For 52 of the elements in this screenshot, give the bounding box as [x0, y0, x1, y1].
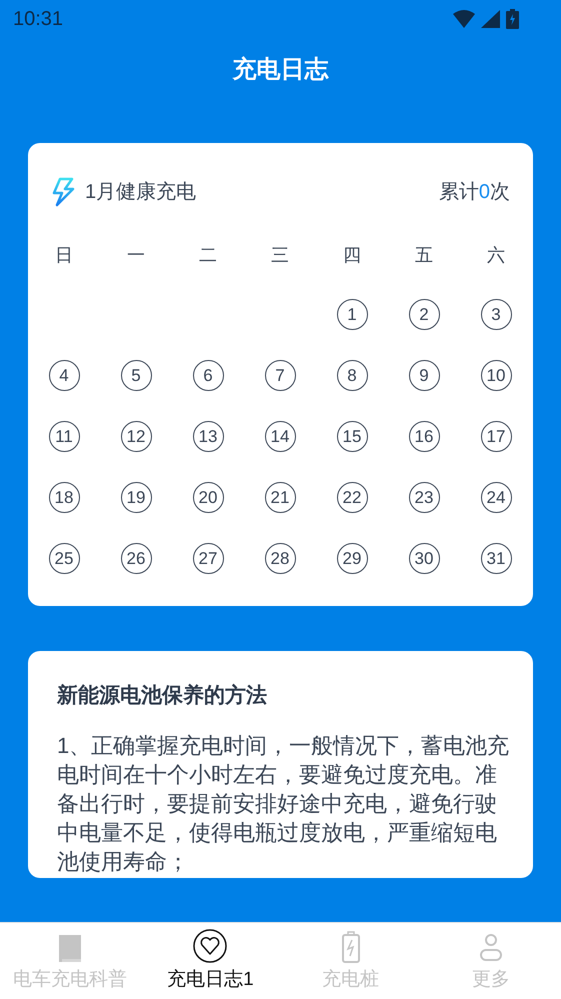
weekday-label: 一	[127, 244, 145, 266]
calendar-day[interactable]: 9	[408, 360, 440, 391]
weekday-label: 三	[271, 244, 289, 266]
calendar-day[interactable]: 7	[264, 360, 296, 391]
person-icon	[478, 932, 503, 962]
calendar-day[interactable]: 27	[192, 543, 224, 574]
charge-count: 累计0次	[438, 180, 510, 205]
calendar-day[interactable]: 13	[192, 421, 224, 452]
weekday-label: 二	[199, 244, 217, 266]
nav-tab[interactable]: 充电日志1	[140, 923, 280, 999]
weekday-label: 日	[55, 244, 73, 266]
calendar-day[interactable]: 29	[336, 543, 368, 574]
calendar-day[interactable]: 23	[408, 482, 440, 513]
calendar-day[interactable]: 26	[120, 543, 152, 574]
calendar-day[interactable]: 10	[480, 360, 512, 391]
book-icon	[57, 932, 84, 962]
signal-icon	[481, 10, 500, 28]
calendar-day[interactable]: 5	[120, 360, 152, 391]
calendar-day[interactable]: 17	[480, 421, 512, 452]
calendar-day[interactable]: 25	[48, 543, 80, 574]
calendar-day[interactable]: 14	[264, 421, 296, 452]
calendar-day[interactable]: 18	[48, 482, 80, 513]
lightning-icon	[51, 177, 75, 207]
calendar-day[interactable]: 21	[264, 482, 296, 513]
calendar-day[interactable]: 3	[480, 299, 512, 330]
calendar-day[interactable]: 31	[480, 543, 512, 574]
calendar-day[interactable]: 1	[336, 299, 368, 330]
calendar-heading: 1月健康充电	[85, 180, 196, 205]
calendar-day[interactable]: 20	[192, 482, 224, 513]
calendar-day[interactable]: 19	[120, 482, 152, 513]
calendar-day[interactable]: 2	[408, 299, 440, 330]
battery-icon	[506, 9, 519, 29]
article-text: 1、正确掌握充电时间，一般情况下，蓄电池充电时间在十个小时左右，要避免过度充电。准备出行时，要提前安排好途中充电，避免行驶中电量不足，使得电瓶过度放电，严重缩短电池使用寿命；	[57, 732, 510, 876]
weekday-label: 六	[487, 244, 505, 266]
status-time: 10:31	[13, 7, 64, 32]
calendar-day[interactable]: 11	[48, 421, 80, 452]
weekday-label: 四	[343, 244, 361, 266]
calendar-day[interactable]: 28	[264, 543, 296, 574]
calendar-day[interactable]: 6	[192, 360, 224, 391]
calendar-day[interactable]: 16	[408, 421, 440, 452]
calendar-day[interactable]: 30	[408, 543, 440, 574]
calendar-day[interactable]: 12	[120, 421, 152, 452]
calendar-day[interactable]: 4	[48, 360, 80, 391]
wifi-icon	[453, 10, 475, 28]
weekday-label: 五	[415, 244, 433, 266]
page-title: 充电日志	[232, 55, 328, 85]
calendar-day[interactable]: 15	[336, 421, 368, 452]
calendar-day[interactable]: 8	[336, 360, 368, 391]
calendar-day[interactable]: 24	[480, 482, 512, 513]
calendar-day[interactable]: 22	[336, 482, 368, 513]
battery-charging-icon	[340, 930, 361, 962]
article-title: 新能源电池保养的方法	[57, 682, 268, 709]
